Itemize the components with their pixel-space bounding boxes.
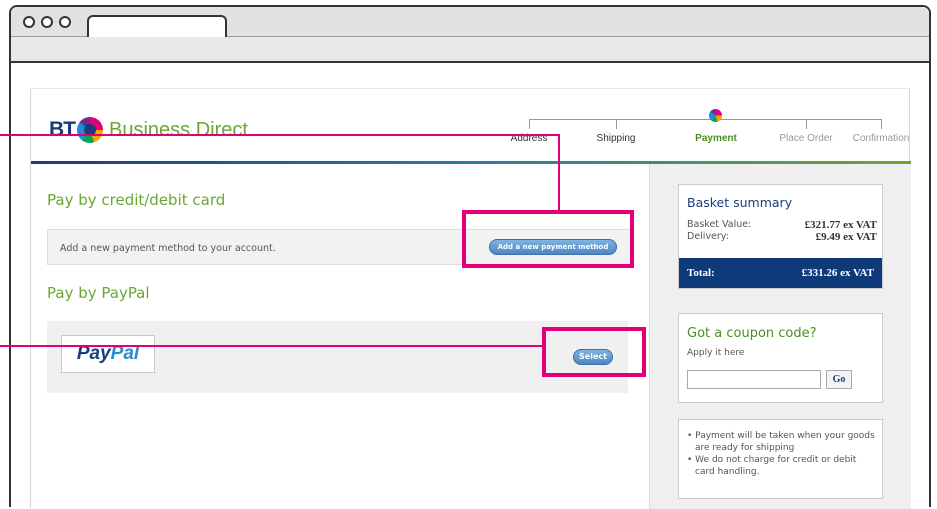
browser-tab[interactable] (87, 15, 227, 39)
browser-toolbar (11, 37, 929, 63)
coupon-go-button[interactable]: Go (826, 370, 852, 389)
annotation-line-top-drop (558, 134, 560, 212)
sidebar: Basket summary Basket Value: £321.77 ex … (649, 164, 911, 509)
current-step-globe-icon (709, 109, 722, 122)
card-heading: Pay by credit/debit card (47, 191, 226, 209)
step-tick (616, 119, 617, 129)
checkout-progress: Address Shipping Payment Place Order Con… (501, 109, 911, 149)
delivery-row: Delivery: £9.49 ex VAT (687, 231, 877, 243)
logo-brand: BT (49, 118, 76, 141)
coupon-title: Got a coupon code? (687, 326, 817, 341)
annotation-box-select (542, 327, 646, 377)
note-item: • We do not charge for credit or debit c… (687, 455, 857, 477)
bt-logo[interactable]: BT Business Direct (49, 117, 248, 143)
paypal-heading: Pay by PayPal (47, 284, 150, 302)
step-payment: Payment (695, 133, 737, 144)
browser-titlebar (11, 7, 929, 39)
progress-line (529, 119, 881, 120)
annotation-line-bottom (0, 345, 546, 347)
window-maximize-icon[interactable] (59, 16, 71, 28)
basket-value-label: Basket Value: (687, 219, 752, 230)
step-tick (806, 119, 807, 129)
step-tick (881, 119, 882, 129)
annotation-line-top (0, 134, 560, 136)
basket-total-bar: Total: £331.26 ex VAT (679, 258, 882, 288)
coupon-code-input[interactable] (687, 370, 821, 389)
step-shipping: Shipping (596, 133, 636, 144)
total-amount: £331.26 ex VAT (801, 267, 874, 279)
step-tick (529, 119, 530, 129)
paypal-panel: Pay Pal Select (47, 321, 628, 393)
step-confirmation: Confirmation (852, 133, 910, 144)
paypal-logo: Pay Pal (61, 335, 155, 373)
basket-value-row: Basket Value: £321.77 ex VAT (687, 219, 877, 231)
annotation-box-add-payment (462, 210, 634, 268)
page-content: BT Business Direct Address Shipping Paym… (30, 88, 911, 509)
window-minimize-icon[interactable] (41, 16, 53, 28)
coupon-panel: Got a coupon code? Apply it here Go (678, 313, 883, 403)
total-label: Total: (687, 267, 715, 279)
coupon-subtitle: Apply it here (687, 348, 745, 358)
delivery-amount: £9.49 ex VAT (815, 231, 877, 243)
basket-title: Basket summary (687, 195, 793, 210)
window-close-icon[interactable] (23, 16, 35, 28)
step-place-order: Place Order (779, 133, 833, 144)
delivery-label: Delivery: (687, 231, 729, 242)
basket-value-amount: £321.77 ex VAT (804, 219, 877, 231)
payment-notes: • Payment will be taken when your goods … (678, 419, 883, 499)
basket-summary: Basket summary Basket Value: £321.77 ex … (678, 184, 883, 289)
card-description: Add a new payment method to your account… (60, 243, 276, 254)
note-item: • Payment will be taken when your goods … (687, 431, 875, 453)
bt-globe-icon (77, 117, 103, 143)
logo-name: Business Direct (109, 118, 248, 141)
